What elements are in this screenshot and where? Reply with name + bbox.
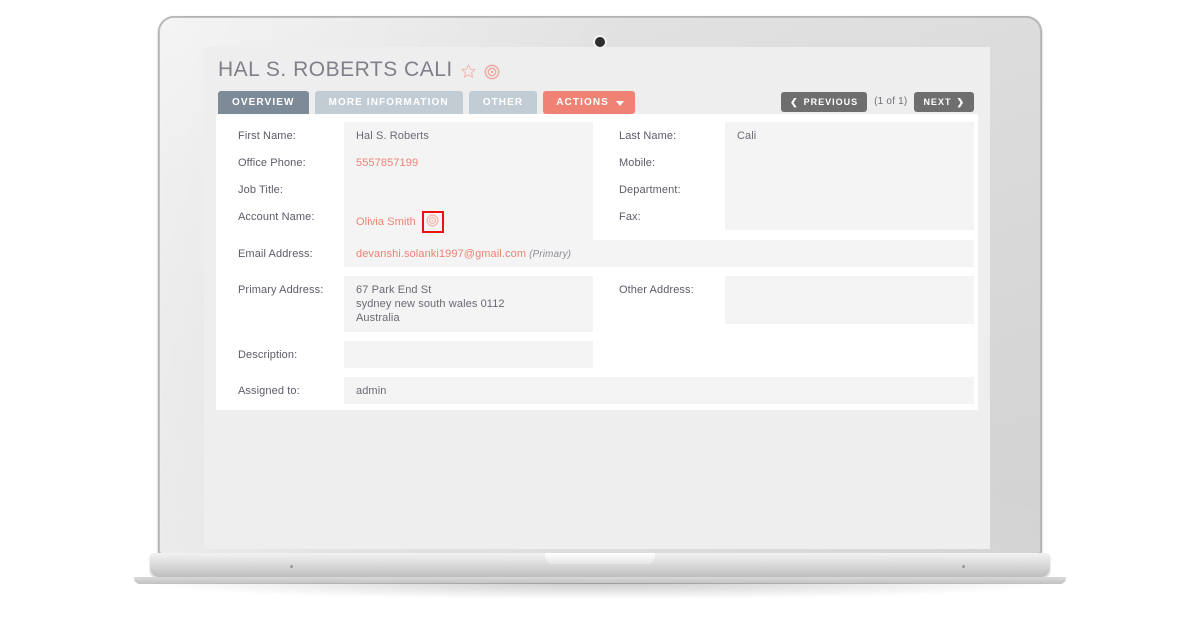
mobile-value[interactable] <box>725 149 974 176</box>
chevron-right-icon: ❯ <box>956 96 965 107</box>
field-assigned-to: Assigned to: admin <box>216 377 978 405</box>
laptop-shadow <box>148 583 1052 599</box>
target-icon[interactable] <box>426 214 439 230</box>
fax-value[interactable] <box>725 203 974 230</box>
chevron-left-icon: ❮ <box>790 96 799 107</box>
field-label: Job Title: <box>238 184 284 196</box>
field-office-phone: Office Phone: 5557857199 <box>216 149 597 176</box>
actions-button[interactable]: ACTIONS <box>543 91 635 114</box>
tab-more-information[interactable]: MORE INFORMATION <box>314 91 463 114</box>
row-spacer <box>216 332 978 341</box>
email-address-value-cell: devanshi.solanki1997@gmail.com (Primary) <box>344 240 974 267</box>
target-icon[interactable] <box>484 62 500 80</box>
detail-column-left: First Name: Hal S. Roberts Office Phone:… <box>216 122 597 240</box>
page-background-fill <box>204 410 990 530</box>
field-label: Department: <box>619 184 681 196</box>
record-title-text: HAL S. ROBERTS CALI <box>218 58 453 81</box>
other-address-col: Other Address: <box>597 276 978 332</box>
next-button-label: NEXT <box>923 96 952 107</box>
row-spacer <box>216 368 978 377</box>
field-label: Email Address: <box>238 248 313 260</box>
page-title: HAL S. ROBERTS CALI <box>218 58 976 82</box>
screenshot-stage: HAL S. ROBERTS CALI OVERVIEW MORE INFORM… <box>0 0 1200 630</box>
webcam-icon <box>595 37 605 47</box>
field-label: Description: <box>238 349 298 362</box>
field-description: Description: <box>216 341 597 369</box>
account-name-link[interactable]: Olivia Smith <box>356 216 416 228</box>
first-name-value[interactable]: Hal S. Roberts <box>344 122 593 149</box>
field-label: Other Address: <box>619 284 694 296</box>
department-value[interactable] <box>725 176 974 203</box>
field-label: Office Phone: <box>238 157 306 169</box>
detail-column-right: Last Name: Cali Mobile: Department: Fax: <box>597 122 978 240</box>
address-grid: Primary Address: 67 Park End St sydney n… <box>216 276 978 333</box>
description-col: Description: <box>216 341 597 369</box>
field-other-address: Other Address: <box>597 276 978 324</box>
detail-grid: First Name: Hal S. Roberts Office Phone:… <box>216 122 978 240</box>
chevron-down-icon <box>615 100 624 106</box>
field-email-address: Email Address: devanshi.solanki1997@gmai… <box>216 240 978 267</box>
other-address-value[interactable] <box>725 276 974 324</box>
office-phone-value[interactable]: 5557857199 <box>344 149 593 176</box>
laptop-base-dot-left <box>290 565 293 568</box>
laptop-screen: HAL S. ROBERTS CALI OVERVIEW MORE INFORM… <box>204 47 990 549</box>
previous-button[interactable]: ❮ PREVIOUS <box>781 91 868 112</box>
last-name-value[interactable]: Cali <box>725 122 974 149</box>
laptop-base <box>150 553 1050 577</box>
record-pager: ❮ PREVIOUS (1 of 1) NEXT ❯ <box>781 91 974 112</box>
field-account-name: Account Name: Olivia Smith <box>216 203 597 240</box>
description-grid: Description: <box>216 341 978 369</box>
field-fax: Fax: <box>597 203 978 230</box>
field-mobile: Mobile: <box>597 149 978 176</box>
crm-app: HAL S. ROBERTS CALI OVERVIEW MORE INFORM… <box>204 47 990 549</box>
laptop-base-notch <box>545 553 655 564</box>
field-first-name: First Name: Hal S. Roberts <box>216 122 597 149</box>
job-title-value[interactable] <box>344 176 593 203</box>
previous-button-label: PREVIOUS <box>803 96 859 107</box>
email-address-link[interactable]: devanshi.solanki1997@gmail.com <box>356 248 526 260</box>
primary-address-col: Primary Address: 67 Park End St sydney n… <box>216 276 597 333</box>
description-empty-col <box>597 341 978 368</box>
tab-overview[interactable]: OVERVIEW <box>218 91 309 114</box>
field-label: Primary Address: <box>238 284 324 296</box>
field-label: Last Name: <box>619 130 677 142</box>
account-name-value-cell: Olivia Smith <box>344 203 593 240</box>
assigned-to-value[interactable]: admin <box>344 377 974 405</box>
laptop-base-dot-right <box>962 565 965 568</box>
pager-count: (1 of 1) <box>874 96 908 107</box>
field-primary-address: Primary Address: 67 Park End St sydney n… <box>216 276 597 333</box>
detail-panel: First Name: Hal S. Roberts Office Phone:… <box>216 114 978 411</box>
email-primary-note: (Primary) <box>529 249 572 260</box>
next-button[interactable]: NEXT ❯ <box>914 91 974 112</box>
field-label: Assigned to: <box>238 385 300 398</box>
account-target-icon-highlight <box>421 211 444 233</box>
primary-address-value[interactable]: 67 Park End St sydney new south wales 01… <box>344 276 593 333</box>
field-label: Account Name: <box>238 211 315 223</box>
field-job-title: Job Title: <box>216 176 597 203</box>
field-department: Department: <box>597 176 978 203</box>
star-outline-icon[interactable] <box>460 62 477 79</box>
field-label: Fax: <box>619 211 641 223</box>
tab-other[interactable]: OTHER <box>468 91 538 114</box>
actions-button-label: ACTIONS <box>556 97 609 108</box>
field-label: Mobile: <box>619 157 656 169</box>
row-spacer <box>216 267 978 276</box>
page-header: HAL S. ROBERTS CALI OVERVIEW MORE INFORM… <box>204 47 990 114</box>
field-last-name: Last Name: Cali <box>597 122 978 149</box>
field-label: First Name: <box>238 130 296 142</box>
tab-bar: OVERVIEW MORE INFORMATION OTHER ACTIONS <box>218 91 635 114</box>
description-value[interactable] <box>344 341 593 369</box>
tabbar-and-pager: OVERVIEW MORE INFORMATION OTHER ACTIONS … <box>218 91 976 114</box>
